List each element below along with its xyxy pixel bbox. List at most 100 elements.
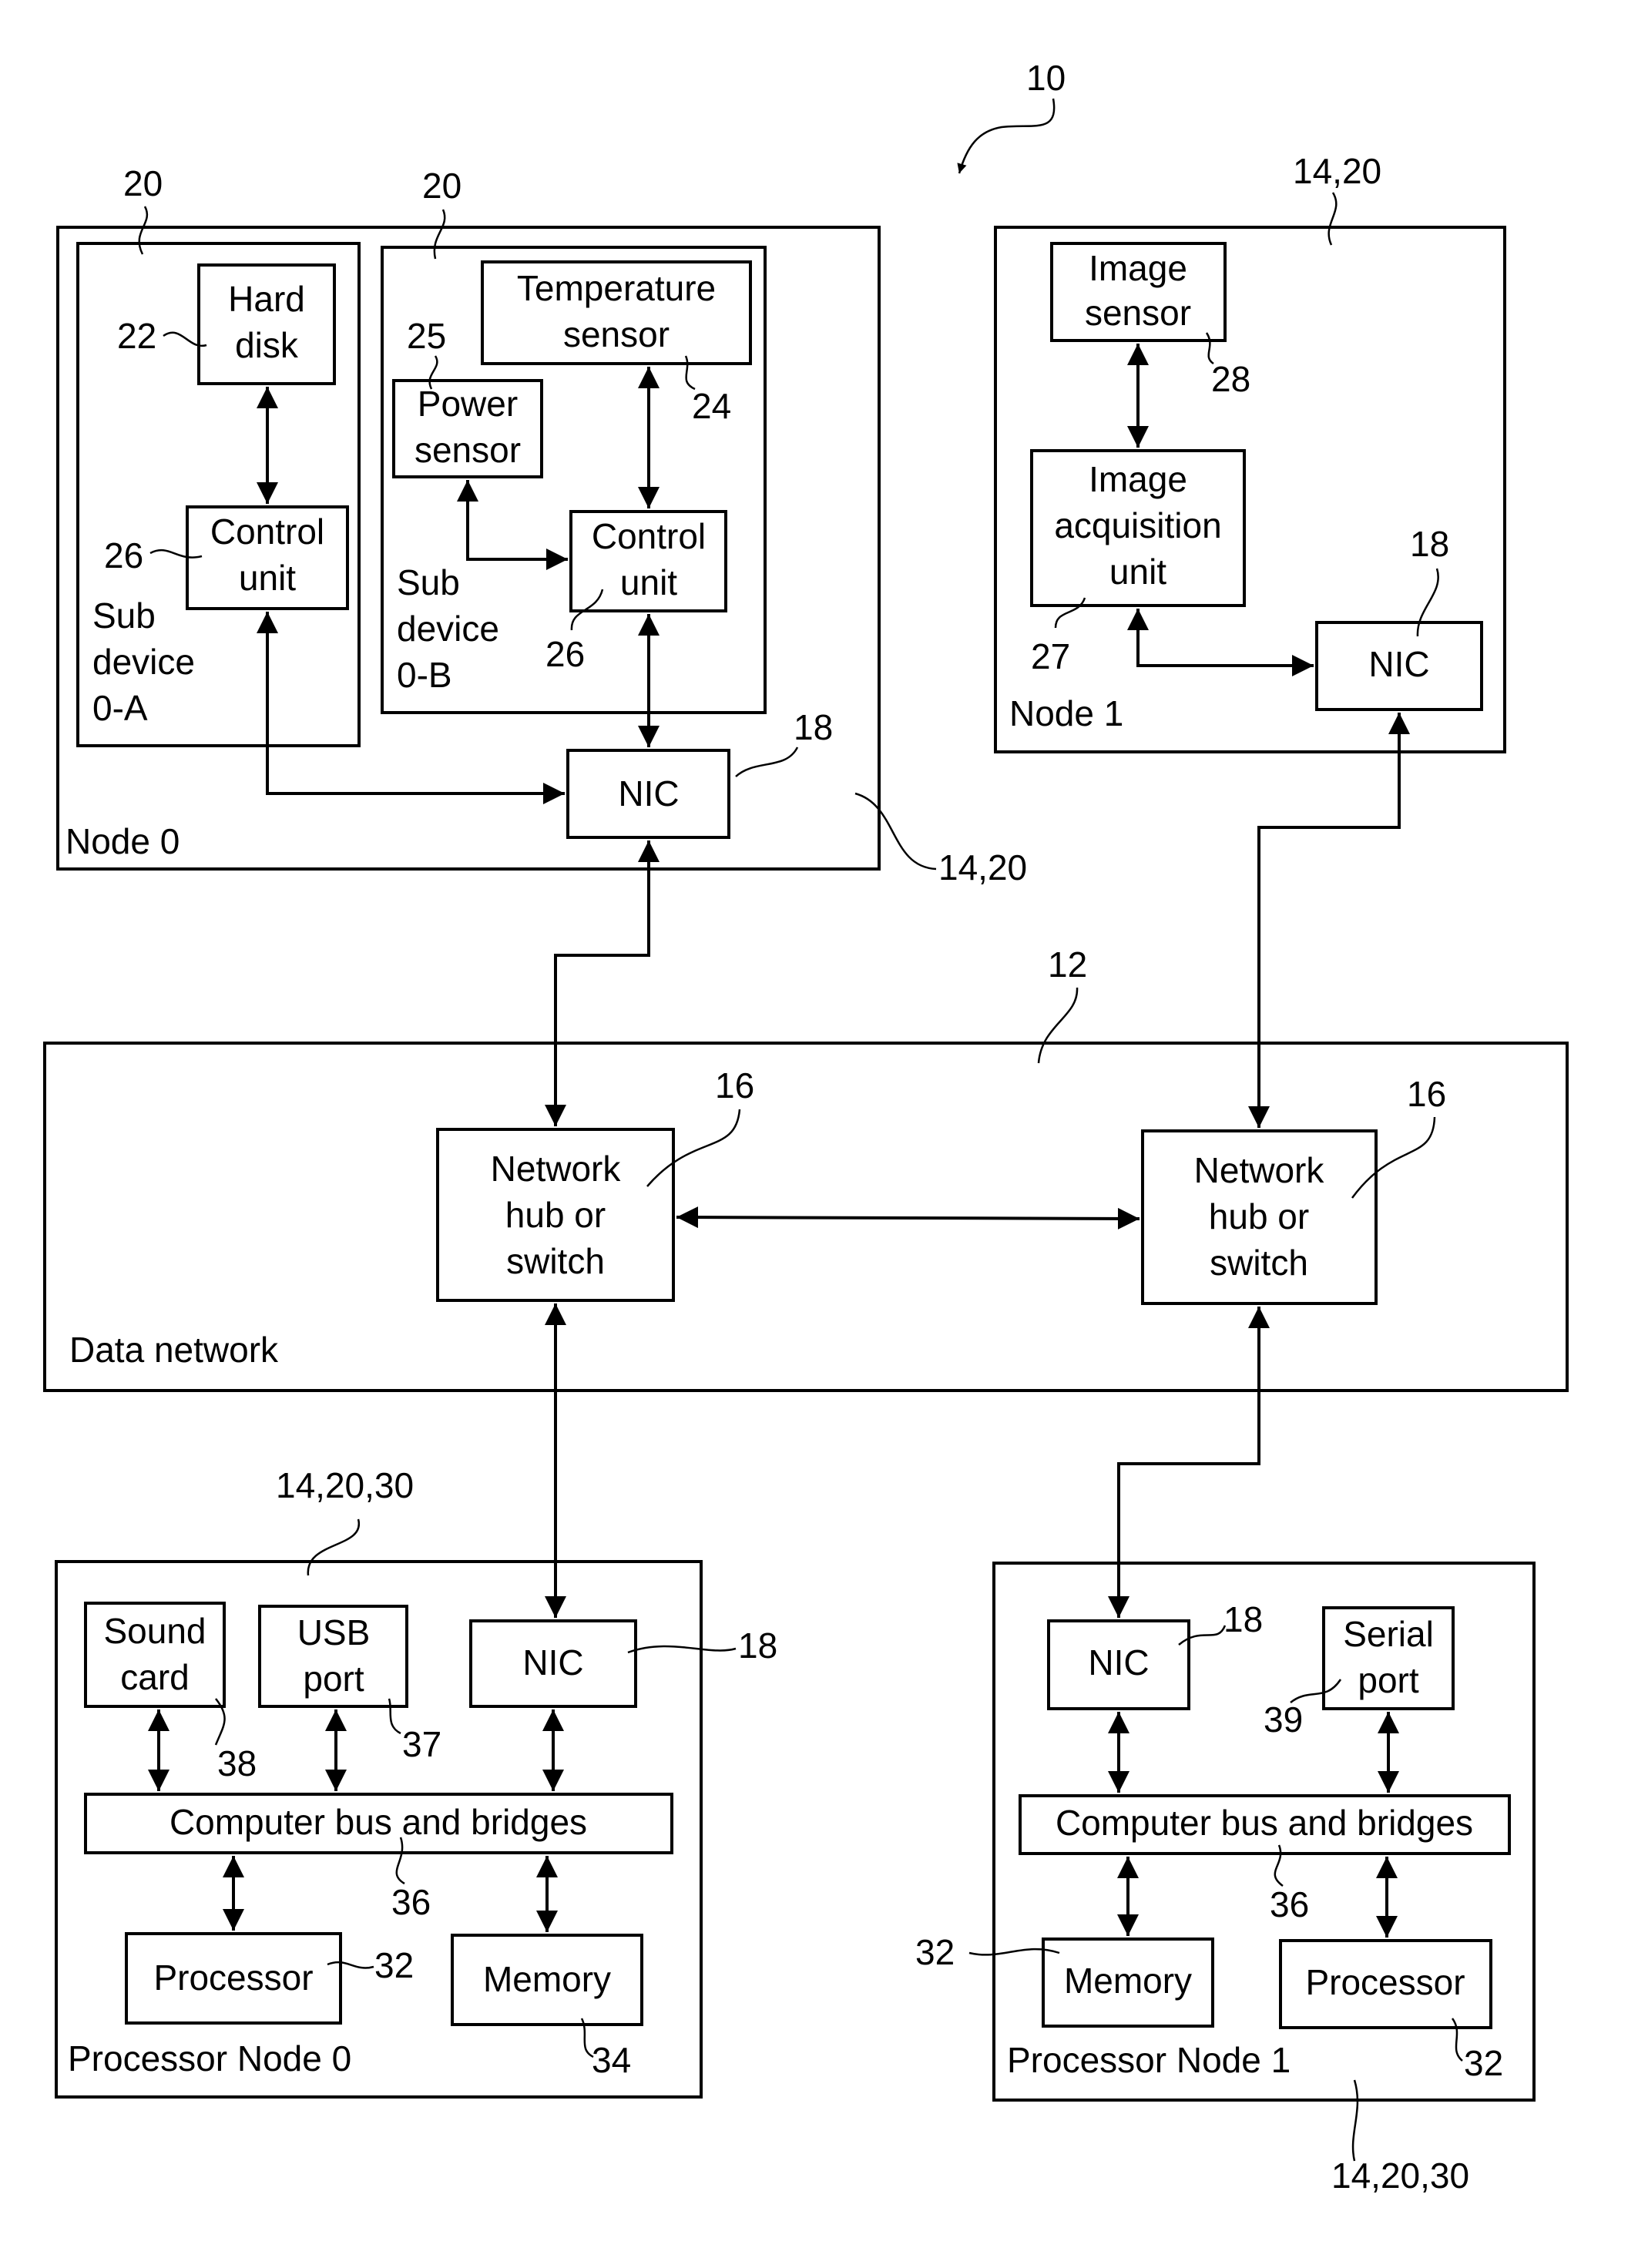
power-sensor-box: Power sensor 25 (392, 316, 543, 478)
processor-node-0-ref-leader (307, 1518, 361, 1576)
temperature-sensor-ref-leader (684, 355, 696, 391)
bus-processor-node-0-box: Computer bus and bridges 36 (84, 1793, 673, 1922)
sub-device-0b: 20 Sub device 0-B Temperature sensor 24 … (381, 166, 767, 714)
temperature-sensor-label-1: Temperature (517, 268, 716, 308)
temperature-sensor-box: Temperature sensor 24 (481, 260, 752, 426)
power-sensor-label-2: sensor (415, 430, 521, 470)
hub-left-label-1: Network (491, 1149, 622, 1189)
nic-node-0-box: NIC 18 (566, 707, 833, 839)
memory-pn1-label: Memory (1064, 1961, 1192, 2001)
processor-node-1-label: Processor Node 1 (1007, 2040, 1291, 2080)
hard-disk-label-1: Hard (228, 279, 305, 319)
sound-card-label-1: Sound (103, 1611, 206, 1651)
control-unit-a-box: Control unit 26 (104, 505, 349, 610)
usb-port-ref: 37 (402, 1724, 441, 1764)
hub-to-hub-arrow (676, 1206, 1140, 1230)
node-0-label: Node 0 (65, 821, 180, 861)
nic-processor-node-1-label: NIC (1088, 1642, 1149, 1683)
nic0-to-hub-left-link (545, 840, 660, 1126)
sub-device-0b-ref: 20 (422, 166, 462, 206)
temperature-sensor-label-2: sensor (563, 314, 670, 354)
node-0-ref-leader (854, 792, 937, 871)
nic-processor-node-0-box: NIC 18 (469, 1619, 777, 1708)
serial-port-box: Serial port 39 (1264, 1606, 1455, 1740)
data-network-label: Data network (69, 1330, 279, 1370)
processor-node-0: Processor Node 0 14,20,30 Sound card 38 … (55, 1465, 777, 2099)
nic-processor-node-0-ref-leader (627, 1645, 737, 1654)
processor-pn1-box: Processor 32 (1279, 1939, 1503, 2083)
sub-device-0b-label-1: Sub (397, 562, 460, 602)
sound-card-ref: 38 (217, 1743, 257, 1783)
nic-processor-node-1-ref-leader (1178, 1625, 1227, 1646)
nic-node-1-ref: 18 (1410, 524, 1449, 564)
data-network-ref: 12 (1048, 944, 1087, 985)
sub-device-0a-label-2: device (92, 642, 195, 682)
hub-left-label-2: hub or (505, 1195, 606, 1235)
image-acquisition-ref: 27 (1031, 636, 1070, 676)
hub-left-box: Network hub or switch 16 (436, 1065, 754, 1302)
hub-left-label-3: switch (506, 1241, 605, 1281)
data-network: Data network 12 Network hub or switch 16… (43, 944, 1569, 1392)
control-unit-a-ref: 26 (104, 535, 143, 575)
bus-processor-node-0-label: Computer bus and bridges (170, 1802, 587, 1842)
power-to-control-arrow (457, 480, 568, 570)
nic-node-0-ref-leader (735, 746, 799, 777)
processor-pn0-ref: 32 (374, 1945, 414, 1985)
image-sensor-label-1: Image (1089, 248, 1187, 288)
processor-node-1-ref-leader (1351, 2079, 1359, 2162)
usb-port-box: USB port 37 (258, 1605, 441, 1764)
nic-processor-node-1-ref: 18 (1223, 1599, 1263, 1639)
nic-processor-node-1-box: NIC 18 (1047, 1599, 1263, 1710)
processor-pn0-box: Processor 32 (125, 1932, 414, 2025)
processor-pn1-label: Processor (1305, 1962, 1465, 2002)
processor-pn1-ref: 32 (1464, 2043, 1503, 2083)
nic-node-1-ref-leader (1416, 568, 1439, 637)
nic-node-0-label: NIC (618, 773, 679, 814)
memory-pn1-ref: 32 (915, 1932, 955, 1972)
control-unit-a-label-2: unit (239, 558, 296, 598)
hub-left-ref-leader (646, 1109, 741, 1187)
hub-right-label-1: Network (1194, 1150, 1325, 1190)
usb-port-ref-leader (388, 1698, 401, 1735)
hub-right-label-2: hub or (1209, 1196, 1309, 1236)
nic-node-1-label: NIC (1368, 644, 1429, 684)
serial-port-label-1: Serial (1343, 1614, 1434, 1654)
control-unit-b-label-2: unit (620, 562, 677, 602)
nic-processor-node-0-label: NIC (522, 1642, 583, 1683)
control-unit-a-label-1: Control (210, 512, 324, 552)
hub-right-ref: 16 (1407, 1074, 1446, 1114)
sub-device-0a-label-3: 0-A (92, 688, 148, 728)
sub-device-0a-label-1: Sub (92, 596, 156, 636)
sub-device-0a-ref-leader (138, 206, 149, 255)
processor-node-0-ref: 14,20,30 (276, 1465, 414, 1505)
nic1-to-hub-right-link (1248, 713, 1410, 1128)
nic-node-0-ref: 18 (794, 707, 833, 747)
control-unit-a-ref-leader (149, 549, 203, 559)
acquisition-to-nic-arrow (1127, 609, 1314, 676)
memory-pn0-ref: 34 (592, 2040, 631, 2080)
processor-pn0-label: Processor (153, 1958, 313, 1998)
control-unit-b-label-1: Control (592, 516, 706, 556)
hub-left-ref: 16 (715, 1065, 754, 1105)
image-acquisition-ref-leader (1054, 597, 1086, 629)
hub-right-box: Network hub or switch 16 (1141, 1074, 1446, 1305)
image-sensor-label-2: sensor (1085, 293, 1191, 333)
processor-pn0-ref-leader (327, 1961, 374, 1969)
usb-port-label-2: port (303, 1659, 364, 1699)
node-0-ref: 14,20 (938, 847, 1027, 887)
power-sensor-ref: 25 (407, 316, 446, 356)
hard-disk-label-2: disk (235, 325, 299, 365)
bus-processor-node-1-ref: 36 (1270, 1884, 1309, 1924)
sub-device-0b-ref-leader (433, 209, 446, 260)
sound-card-label-2: card (120, 1657, 189, 1697)
bus-processor-node-0-ref: 36 (391, 1882, 431, 1922)
sub-device-0b-label-2: device (397, 609, 499, 649)
sound-card-box: Sound card 38 (84, 1602, 257, 1783)
image-sensor-ref: 28 (1211, 359, 1250, 399)
sub-device-0b-label-3: 0-B (397, 655, 452, 695)
memory-pn1-box: Memory 32 (915, 1932, 1214, 2028)
nic-processor-node-0-ref: 18 (738, 1626, 777, 1666)
node-1-ref-leader (1328, 192, 1338, 246)
node-1: Node 1 14,20 Image sensor 28 Image acqui… (994, 151, 1506, 753)
image-sensor-box: Image sensor 28 (1050, 242, 1250, 399)
